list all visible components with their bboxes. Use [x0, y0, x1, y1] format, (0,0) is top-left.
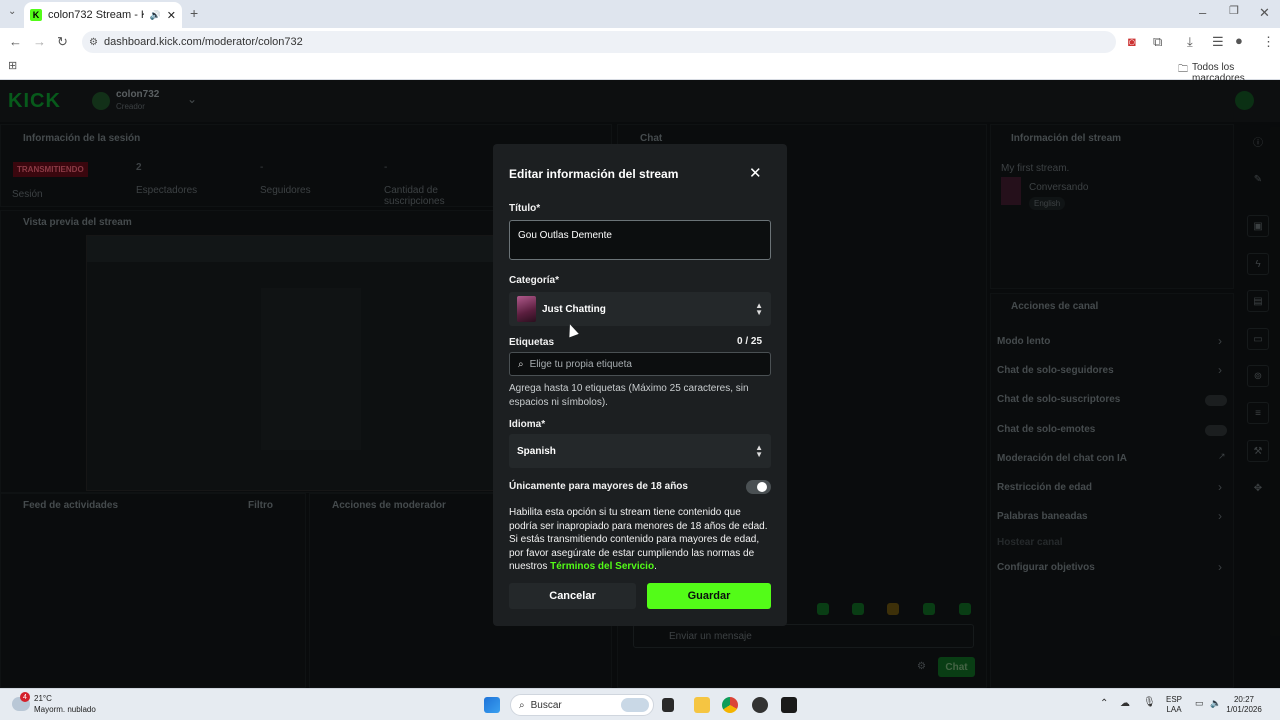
tags-counter: 0 / 25: [737, 336, 763, 347]
tab-title: colon732 Stream - Kick Das: [48, 9, 144, 21]
adult-only-description: Habilita esta opción si tu stream tiene …: [509, 506, 771, 574]
search-highlight-icon: [621, 698, 649, 712]
taskbar-search[interactable]: ⌕ Buscar: [510, 694, 654, 716]
category-label: Categoría*: [509, 275, 560, 286]
category-select[interactable]: Just Chatting ▲ ▼: [509, 292, 771, 326]
weather-temp: 21°C: [34, 694, 52, 703]
close-window-icon[interactable]: ✕: [1259, 6, 1270, 19]
minimize-window-icon[interactable]: –: [1199, 6, 1206, 19]
terms-of-service-link[interactable]: Términos del Servicio: [550, 561, 654, 572]
site-info-icon[interactable]: ⚙: [89, 37, 98, 48]
windows-taskbar: 4 21°C Mayorm. nublado ⌕ Buscar ⌃ ☁ 🎙 ES…: [0, 688, 1280, 720]
taskbar-search-placeholder: Buscar: [530, 699, 562, 711]
profile-avatar-icon[interactable]: ●: [1235, 34, 1243, 47]
search-icon: ⌕: [518, 358, 524, 370]
chevron-updown-icon: ▲ ▼: [755, 301, 763, 317]
close-icon[interactable]: ✕: [749, 164, 762, 182]
clock-date: 1/01/2026: [1226, 705, 1262, 714]
tags-placeholder: Elige tu propia etiqueta: [529, 358, 632, 370]
terminal-app-icon[interactable]: [781, 697, 797, 713]
search-icon: ⌕: [519, 699, 525, 711]
new-tab-button[interactable]: +: [190, 6, 198, 20]
terms-suffix: .: [654, 561, 657, 572]
reading-list-icon[interactable]: ☰: [1212, 35, 1224, 48]
title-label: Título*: [509, 203, 541, 214]
browser-menu-icon[interactable]: ⋮: [1262, 35, 1275, 48]
tray-chevron-icon[interactable]: ⌃: [1100, 698, 1108, 709]
reload-icon[interactable]: ↻: [57, 35, 68, 48]
browser-tab-active[interactable]: K colon732 Stream - Kick Das 🔊 ✕: [24, 2, 182, 28]
stream-title-input[interactable]: Gou Outlas Demente: [509, 220, 771, 260]
back-icon[interactable]: ←: [9, 35, 22, 48]
file-explorer-icon[interactable]: [694, 697, 710, 713]
extension-icon[interactable]: ◙: [1128, 35, 1136, 48]
tab-audio-icon[interactable]: 🔊: [150, 10, 161, 21]
extensions-puzzle-icon[interactable]: ⧉: [1153, 35, 1162, 48]
onedrive-icon[interactable]: ☁: [1120, 698, 1130, 709]
weather-badge: 4: [20, 692, 30, 702]
adult-only-toggle[interactable]: [746, 480, 771, 494]
browser-tabbar: ⌄ K colon732 Stream - Kick Das 🔊 ✕ + – ❐…: [0, 0, 1280, 28]
input-lang[interactable]: ESP LAA: [1166, 695, 1182, 715]
category-boxart: [517, 296, 536, 322]
modal-title: Editar información del stream: [509, 167, 679, 181]
cancel-button[interactable]: Cancelar: [509, 583, 636, 609]
restore-window-icon[interactable]: ❐: [1229, 6, 1239, 17]
network-icon[interactable]: ▭: [1195, 698, 1204, 709]
bookmarks-bar: ⊞ 🗀 Todos los marcadores: [0, 56, 1280, 84]
forward-icon[interactable]: →: [33, 35, 46, 48]
clock-time: 20:27: [1233, 695, 1255, 704]
language-label: Idioma*: [509, 419, 546, 430]
tags-help-text: Agrega hasta 10 etiquetas (Máximo 25 car…: [509, 383, 749, 408]
language-value: Spanish: [517, 445, 556, 457]
microphone-icon[interactable]: 🎙: [1143, 697, 1156, 708]
chevron-updown-icon: ▲ ▼: [755, 443, 763, 459]
save-button[interactable]: Guardar: [647, 583, 771, 609]
tags-label: Etiquetas: [509, 337, 555, 348]
task-view-icon[interactable]: [662, 698, 674, 712]
input-lang-primary: ESP: [1166, 695, 1183, 704]
tab-list-icon[interactable]: ⌄: [8, 7, 16, 17]
adult-only-label: Únicamente para mayores de 18 años: [509, 481, 688, 492]
chrome-icon[interactable]: [722, 697, 738, 713]
clock[interactable]: 20:27 1/01/2026: [1224, 695, 1264, 715]
app-icon[interactable]: [752, 697, 768, 713]
windows-start-icon[interactable]: [484, 697, 500, 713]
url-text: dashboard.kick.com/moderator/colon732: [104, 36, 303, 48]
tags-input[interactable]: ⌕ Elige tu propia etiqueta: [509, 352, 771, 376]
apps-grid-icon[interactable]: ⊞: [8, 61, 17, 72]
tab-close-icon[interactable]: ✕: [167, 9, 176, 22]
category-value: Just Chatting: [542, 303, 606, 315]
language-select[interactable]: Spanish ▲ ▼: [509, 434, 771, 468]
input-lang-secondary: LAA: [1166, 705, 1182, 714]
url-field[interactable]: ⚙ dashboard.kick.com/moderator/colon732: [82, 31, 1116, 53]
weather-desc: Mayorm. nublado: [34, 705, 96, 714]
volume-icon[interactable]: 🔈: [1210, 698, 1221, 709]
edit-stream-info-modal: Editar información del stream ✕ Título* …: [493, 144, 787, 626]
downloads-icon[interactable]: ⤓: [1187, 35, 1193, 48]
kick-favicon-icon: K: [30, 9, 42, 21]
